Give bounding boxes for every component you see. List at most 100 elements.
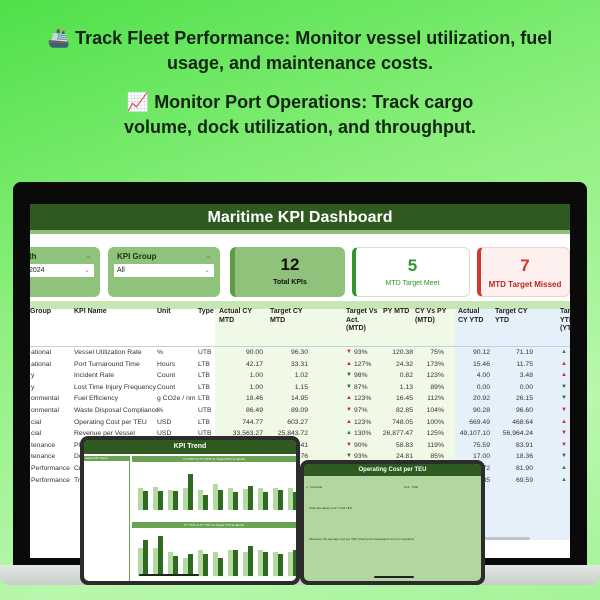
month-dropdown[interactable]: 2024 ⌄ — [30, 264, 94, 277]
cell-name: Incident Rate — [74, 372, 115, 380]
cell-ay: 90.12 — [472, 349, 490, 356]
table-row[interactable]: y Lost Time Injury Frequency Count LTB 1.00 1… — [30, 382, 570, 393]
col-target-vs-ytd[interactable]: Target Vs YTD (YTD) — [560, 308, 570, 334]
col-cy-vs-py-mtd[interactable]: CY Vs PY (MTD) — [415, 308, 449, 325]
arrow-down-green-icon: ▼ — [561, 453, 567, 460]
cell-type: LTB — [198, 360, 210, 368]
tablet-screen: KPI Trend Select KPI Name CY MTD Vs PY M… — [84, 440, 296, 581]
table-row[interactable]: y Incident Rate Count LTB 1.00 1.02 98% 0.82 123… — [30, 370, 570, 381]
arrow-down-red-icon: ▼ — [561, 441, 567, 448]
month-slicer[interactable]: th ⌄ 2024 ⌄ — [30, 247, 100, 297]
col-py-mtd[interactable]: PY MTD — [383, 308, 413, 317]
cell-name: Lost Time Injury Frequency — [74, 383, 156, 391]
kpi-list-panel[interactable]: Select KPI Name — [84, 456, 130, 581]
cell-py: 82.85 — [395, 407, 413, 414]
cell-unit: Count — [157, 372, 176, 380]
cell-acy: 86.49 — [245, 407, 263, 414]
cell-acy: 90.00 — [245, 349, 263, 356]
cell-ty: 69.59 — [515, 476, 533, 484]
cell-group: cial — [31, 430, 42, 438]
cell-py: 1.13 — [399, 383, 413, 391]
col-type[interactable]: Type — [198, 308, 214, 317]
chevron-down-icon: ⌄ — [204, 267, 210, 274]
arrow-up-red-icon: ▲ — [561, 418, 567, 425]
cell-ay: 49,107.10 — [459, 430, 490, 438]
cell-tva: 123% — [354, 395, 372, 403]
col-group[interactable]: Group — [30, 308, 51, 317]
cy-bar — [158, 491, 163, 510]
col-target-vs-act-mtd[interactable]: Target Vs Act. (MTD) — [346, 308, 380, 334]
cell-py: 0.82 — [399, 372, 413, 380]
table-row[interactable]: ational Vessel Utilization Rate% UTB 90.00 9… — [30, 347, 570, 358]
cell-type: LTB — [198, 418, 210, 426]
cell-tva: 87% — [354, 383, 368, 391]
col-kpi-name[interactable]: KPI Name — [74, 308, 107, 317]
table-row[interactable]: onmental Fuel Efficiency g CO2e / nm LTB 18.… — [30, 393, 570, 404]
col-actual-cy-mtd[interactable]: Actual CY MTD — [219, 308, 259, 325]
headline-text: Monitor Port Operations: Track cargo vol… — [124, 92, 476, 137]
detail-unit: Unit : USD — [404, 485, 419, 489]
cell-ty: 81.90 — [515, 465, 533, 472]
kpi-list-header: Select KPI Name — [84, 456, 129, 461]
cy-bar — [188, 474, 193, 510]
cell-group: onmental — [31, 395, 59, 403]
dashboard-title: Maritime KPI Dashboard — [30, 204, 570, 230]
cell-ay: 15.46 — [472, 360, 490, 368]
cell-unit: Count — [157, 383, 176, 391]
cell-ay: 20.92 — [472, 395, 490, 403]
cell-tcy: 1.02 — [294, 372, 308, 380]
cell-group: Performance — [31, 465, 70, 472]
col-target-cy-mtd[interactable]: Target CY MTD — [270, 308, 310, 325]
table-row[interactable]: cial Operating Cost per TEU USD LTB 744.77 60… — [30, 417, 570, 428]
tablet-screen: Operating Cost per TEU p : Financial Uni… — [304, 464, 481, 581]
cell-unit: % — [157, 349, 164, 356]
cell-name: Vessel Utilization Rate — [74, 349, 142, 356]
home-indicator — [139, 574, 199, 576]
arrow-down-green-icon: ▼ — [346, 372, 352, 379]
cell-cvp: 100% — [426, 418, 444, 426]
arrow-up-green-icon: ▲ — [561, 465, 567, 471]
cell-ty: 11.75 — [516, 360, 533, 368]
cell-tva: 93% — [354, 349, 368, 356]
cell-unit: USD — [157, 418, 172, 426]
cell-unit: Hours — [157, 360, 176, 368]
chevron-down-icon: ⌄ — [84, 267, 90, 274]
cell-tcy: 41 — [300, 441, 308, 449]
cy-bar — [203, 495, 208, 510]
cy-bar — [263, 552, 268, 576]
cell-ay: 0.00 — [476, 383, 490, 391]
cell-ty: 0.00 — [519, 383, 533, 391]
cell-group: cial — [31, 418, 42, 426]
cell-tcy: 33.31 — [290, 360, 308, 368]
cell-tcy: 96.30 — [290, 349, 308, 356]
cell-tva: 123% — [354, 418, 372, 426]
col-unit[interactable]: Unit — [157, 308, 171, 317]
col-actual-cy-ytd[interactable]: Actual CY YTD — [458, 308, 488, 325]
cell-ay: 669.49 — [469, 418, 490, 426]
table-row[interactable]: ational Port Turnaround Time Hours LTB 42.17… — [30, 359, 570, 370]
cy-bar — [233, 550, 238, 576]
arrow-up-red-icon: ▲ — [346, 360, 352, 367]
cell-group: y — [31, 372, 35, 380]
cell-py: 24.32 — [395, 360, 413, 368]
arrow-up-red-icon: ▲ — [346, 418, 352, 425]
detail-title: Operating Cost per TEU — [304, 464, 481, 476]
cy-vs-py-ytd-chart: CY YTD Vs PY YTD Vs Target YTD by Month — [132, 522, 296, 581]
tablet-kpi-trend: KPI Trend Select KPI Name CY MTD Vs PY M… — [80, 436, 300, 585]
cell-name: Fuel Efficiency — [74, 395, 119, 403]
cell-cvp: 104% — [426, 407, 444, 414]
slicer-label: KPI Group — [117, 252, 157, 261]
tablet-kpi-detail: Operating Cost per TEU p : Financial Uni… — [300, 460, 485, 585]
kpi-group-slicer[interactable]: KPI Group ⌄ All ⌄ — [108, 247, 220, 297]
cell-ty: 468.64 — [512, 418, 533, 426]
cell-name: Port Turnaround Time — [74, 360, 140, 368]
kpi-group-dropdown[interactable]: All ⌄ — [114, 264, 214, 277]
col-target-cy-ytd[interactable]: Target CY YTD — [495, 308, 535, 325]
cell-cvp: 173% — [426, 360, 444, 368]
table-row[interactable]: onmental Waste Disposal Compliance% UTB 86.… — [30, 405, 570, 416]
cell-tva: 127% — [354, 360, 372, 368]
cell-acy: 18.46 — [245, 395, 263, 403]
cy-bar — [173, 556, 178, 576]
cell-acy: 744.77 — [242, 418, 263, 426]
cell-tcy: 14.95 — [290, 395, 308, 403]
